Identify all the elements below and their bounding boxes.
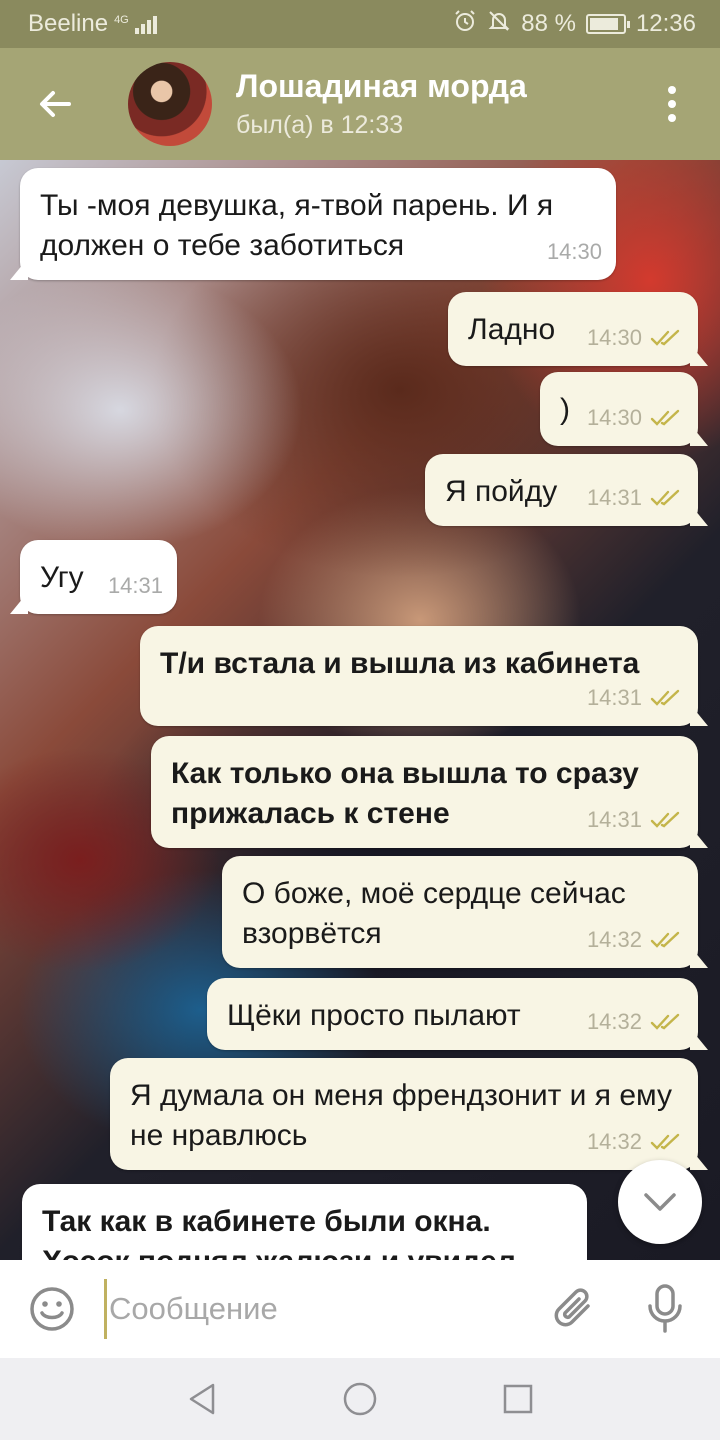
signal-icon: [134, 14, 157, 34]
circle-home-icon: [343, 1382, 377, 1416]
message-time: 14:31: [107, 573, 163, 598]
message-bubble[interactable]: О боже, моё сердце сейчас взорвётся 14:3…: [222, 856, 708, 968]
message-input[interactable]: [104, 1279, 530, 1339]
network-type: 4G: [114, 13, 129, 26]
status-bar: Beeline 4G 88 % 12:36: [0, 0, 720, 48]
more-vertical-icon[interactable]: [642, 48, 702, 160]
message-time: 14:32: [586, 1129, 642, 1154]
contact-name: Лошадиная морда: [236, 68, 527, 104]
message-time: 14:31: [586, 685, 642, 710]
alarm-icon: [453, 9, 477, 40]
battery-icon: [585, 14, 630, 34]
scroll-down-button[interactable]: [618, 1160, 702, 1244]
message-bubble[interactable]: Т/и встала и вышла из кабинета 14:31: [140, 626, 708, 726]
message-bubble[interactable]: Ладно 14:30: [448, 292, 708, 366]
message-time: 14:30: [546, 239, 602, 264]
message-bubble[interactable]: Щёки просто пылают 14:32: [207, 978, 708, 1050]
message-input-bar: [0, 1260, 720, 1358]
message-time: 14:30: [586, 405, 642, 430]
double-check-icon: [650, 1133, 680, 1150]
carrier-name: Beeline: [28, 10, 109, 37]
clock: 12:36: [635, 10, 696, 37]
microphone-button[interactable]: [620, 1260, 710, 1358]
smiley-icon: [30, 1287, 74, 1331]
message-bubble[interactable]: Так как в кабинете были окна. Хосок подн…: [22, 1184, 587, 1260]
nav-home-button[interactable]: [335, 1374, 385, 1424]
battery-percent: 88 %: [521, 10, 576, 37]
double-check-icon: [650, 689, 680, 706]
message-bubble[interactable]: Угу 14:31: [10, 540, 177, 614]
avatar[interactable]: [128, 62, 212, 146]
message-time: 14:30: [586, 325, 642, 350]
message-time: 14:32: [586, 927, 642, 952]
message-text: Ты -моя девушка, я-твой парень. И я долж…: [40, 189, 554, 262]
attach-button[interactable]: [530, 1260, 620, 1358]
microphone-icon: [648, 1284, 682, 1333]
last-seen-status: был(а) в 12:33: [236, 111, 404, 139]
mute-bell-icon: [487, 9, 511, 40]
message-bubble[interactable]: ) 14:30: [540, 372, 708, 446]
message-list[interactable]: Ты -моя девушка, я-твой парень. И я долж…: [0, 160, 720, 1260]
message-text: Так как в кабинете были окна. Хосок подн…: [42, 1205, 516, 1260]
double-check-icon: [650, 811, 680, 828]
emoji-button[interactable]: [0, 1260, 104, 1358]
message-bubble[interactable]: Ты -моя девушка, я-твой парень. И я долж…: [10, 168, 616, 280]
message-bubble[interactable]: Я пойду 14:31: [425, 454, 708, 526]
square-recents-icon: [503, 1384, 533, 1414]
message-time: 14:31: [586, 485, 642, 510]
message-time: 14:32: [586, 1009, 642, 1034]
nav-back-button[interactable]: [177, 1374, 227, 1424]
message-bubble[interactable]: Как только она вышла то сразу прижалась …: [151, 736, 708, 848]
arrow-left-icon: [40, 91, 71, 117]
double-check-icon: [650, 931, 680, 948]
paperclip-icon: [554, 1288, 590, 1327]
double-check-icon: [650, 1013, 680, 1030]
chat-info[interactable]: Лошадиная морда был(а) в 12:33: [236, 66, 642, 142]
message-bubble[interactable]: Я думала он меня френдзонит и я ему не н…: [110, 1058, 708, 1170]
double-check-icon: [650, 329, 680, 346]
nav-recents-button[interactable]: [493, 1374, 543, 1424]
back-button[interactable]: [0, 48, 110, 160]
double-check-icon: [650, 489, 680, 506]
message-time: 14:31: [586, 807, 642, 832]
chevron-down-icon: [644, 1193, 676, 1211]
double-check-icon: [650, 409, 680, 426]
system-nav-bar: [0, 1358, 720, 1440]
triangle-back-icon: [189, 1383, 215, 1415]
chat-header: Лошадиная морда был(а) в 12:33: [0, 48, 720, 160]
